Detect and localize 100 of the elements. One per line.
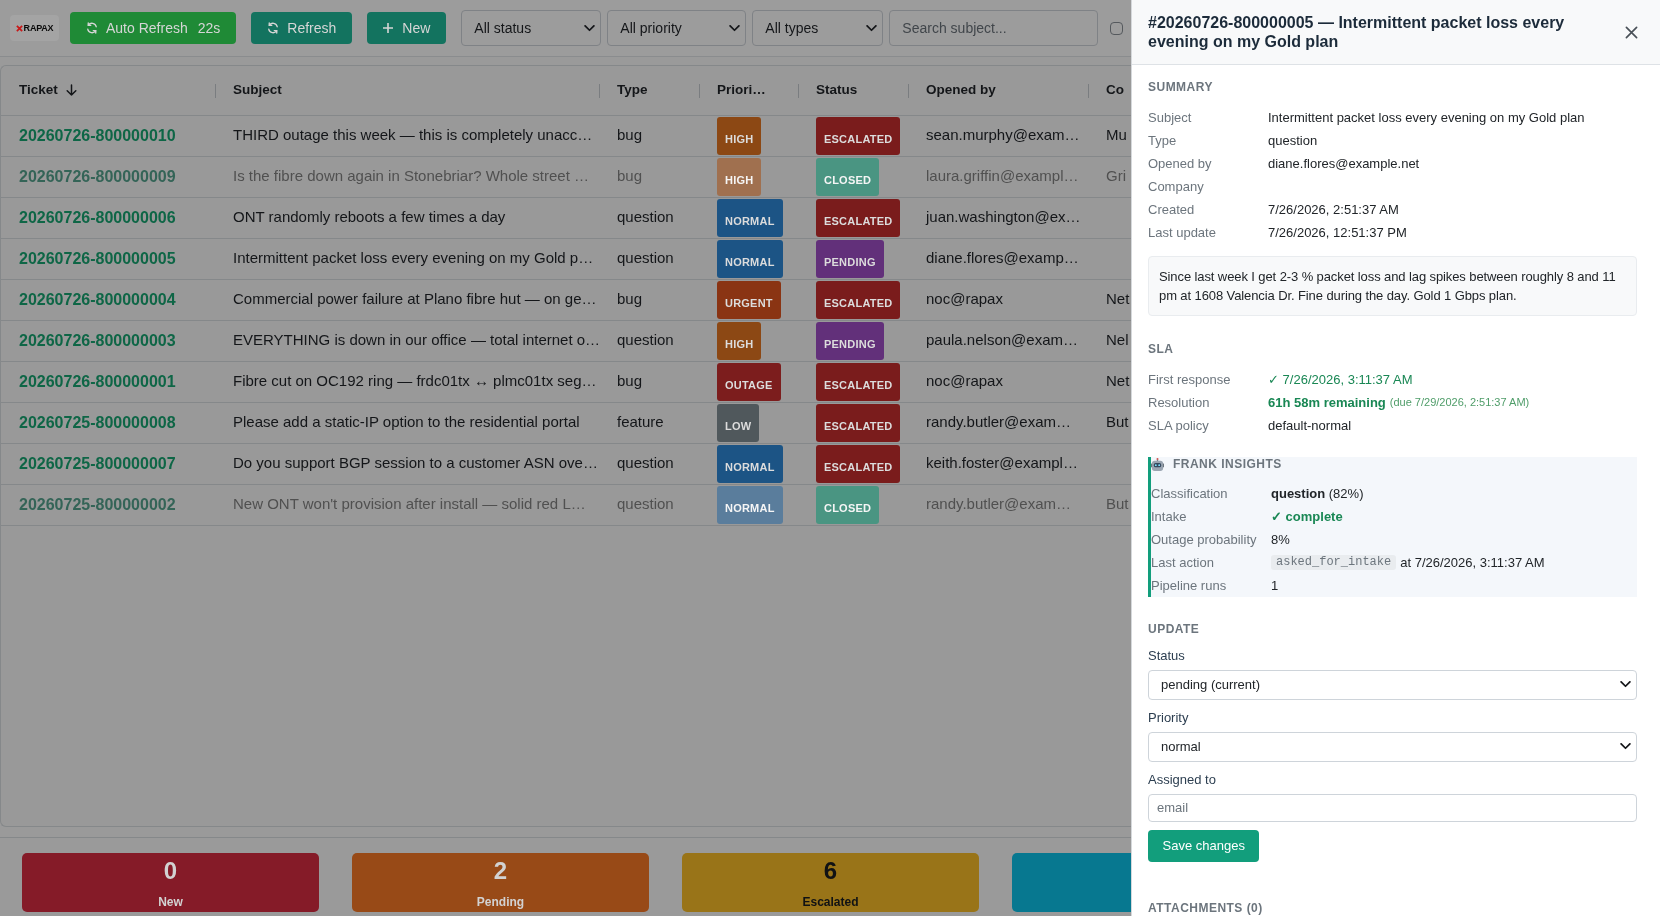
chevron-down-icon [584,24,596,32]
table-cell: noc@rapax [908,361,1088,402]
close-button[interactable] [1625,25,1638,39]
logo-text: RAPAX [23,23,54,33]
field-value: question (82%) [1271,484,1364,503]
new-button[interactable]: New [367,12,447,44]
field-label: Last action [1151,553,1215,572]
close-icon [1625,25,1638,39]
search-field[interactable]: Search subject... [889,10,1099,46]
column-header[interactable]: Status [798,66,908,115]
field-label: Assigned to [1148,770,1217,789]
chevron-down-icon [866,24,878,32]
table-cell: EVERYTHING is down in our office — total internet o… [215,320,599,361]
plus-icon [383,23,394,33]
stat-count: 6 [822,857,839,885]
filter-select[interactable]: All types [752,10,884,46]
table-cell: THIRD outage this week — this is completely unacc… [215,115,599,156]
table-cell: Nel [1088,320,1131,361]
table-cell: Net [1088,279,1131,320]
input-field[interactable]: email [1148,793,1637,822]
status-badge: PENDING [816,239,884,278]
priority-badge: HIGH [717,321,762,360]
field-label: Company [1148,178,1205,196]
select-field[interactable]: pending (current) [1148,669,1637,700]
stat-count: 0 [162,857,179,885]
filter-select[interactable]: All priority [607,10,747,46]
status-badge: ESCALATED [816,116,901,155]
field-label: Classification [1151,484,1229,503]
table-cell: noc@rapax [908,279,1088,320]
chevron-down-icon [1620,681,1631,688]
table-row[interactable]: 20260726-800000004 Commercial power failure at Plano fibre hut — on ge… bug URGENT ESCALATED noc@rapax Net [1,279,1131,320]
field-label: Resolution [1148,394,1211,412]
table-cell: diane.flores@examp… [908,238,1088,279]
field-value: ✓ complete [1271,507,1343,526]
field-value: Intermittent packet loss every evening on my Gold plan [1268,109,1585,127]
table-row[interactable]: 20260726-800000006 ONT randomly reboots a few times a day question NORMAL ESCALATED juan.washington@ex… [1,197,1131,238]
section-heading: FRANK INSIGHTS [1173,457,1282,471]
field-label: Priority [1148,708,1190,727]
refresh-icon [267,22,280,34]
table-cell: question [599,197,699,238]
field-value: 8% [1271,530,1290,549]
table-cell: juan.washington@ex… [908,197,1088,238]
table-cell: Please add a static-IP option to the residential portal [215,402,599,443]
ticket-description: Since last week I get 2-3 % packet loss and lag spikes between roughly 8 and 11 pm at 1608 Valencia Dr. Fine during the day. Gold 1 Gbps plan. [1148,256,1637,316]
table-cell: But [1088,402,1131,443]
stat-label: Pending [475,895,526,909]
table-row[interactable]: 20260726-800000010 THIRD outage this week — this is completely unacc… bug HIGH ESCALATED sean.murphy@exam… Mu [1,115,1131,156]
field-label: Created [1148,201,1196,219]
column-header[interactable]: Type [599,66,699,115]
robot-icon [1151,457,1164,471]
stat-count: 2 [492,857,509,885]
field-label: Intake [1151,507,1188,526]
filter-select[interactable]: All status [461,10,602,46]
due-note: (due 7/29/2026, 2:51:37 AM) [1389,395,1530,410]
table-row[interactable]: 20260725-800000008 Please add a static-IP option to the residential portal feature LOW ESCALATED randy.butler@exam… But [1,402,1131,443]
field-label: SLA policy [1148,417,1210,435]
table-cell: bug [599,361,699,402]
table-cell: But [1088,484,1131,525]
table-row[interactable]: 20260725-800000007 Do you support BGP session to a customer ASN ove… question NORMAL ESCALATED keith.foster@exampl… [1,443,1131,484]
status-badge: CLOSED [816,485,880,524]
priority-badge: LOW [717,403,760,442]
field-label: Opened by [1148,155,1213,173]
table-row[interactable]: 20260725-800000002 New ONT won't provision after install — solid red L… question NORMAL CLOSED randy.butler@exam… But [1,484,1131,525]
table-row[interactable]: 20260726-800000003 EVERYTHING is down in our office — total internet o… question HIGH PENDING paula.nelson@exam… Nel [1,320,1131,361]
section-heading: SLA [1148,342,1175,356]
column-header[interactable]: Subject [215,66,599,115]
field-label: Outage probability [1151,530,1258,549]
table-row[interactable]: 20260726-800000009 Is the fibre down again in Stonebriar? Whole street … bug HIGH CLOSED laura.griffin@exampl… Gri [1,156,1131,197]
save-button[interactable]: Save changes [1148,829,1260,862]
field-value: diane.flores@example.net [1268,155,1420,173]
select-field[interactable]: normal [1148,731,1637,762]
status-badge: PENDING [816,321,884,360]
column-header[interactable]: Priori… [699,66,798,115]
priority-badge: NORMAL [717,239,783,278]
field-label: First response [1148,371,1232,389]
priority-badge: NORMAL [717,485,783,524]
table-row[interactable]: 20260726-800000001 Fibre cut on OC192 ring — frdc01tx ↔ plmc01tx seg… bug OUTAGE ESCALATED noc@rapax Net [1,361,1131,402]
status-badge: ESCALATED [816,403,901,442]
table-cell: Net [1088,361,1131,402]
field-value: at 7/26/2026, 3:11:37 AM [1400,553,1545,572]
refresh-button[interactable]: Refresh [251,12,353,44]
checkbox[interactable] [1110,21,1124,35]
column-header[interactable]: Opened by [908,66,1088,115]
field-value: 7/26/2026, 2:51:37 AM [1268,201,1399,219]
priority-badge: URGENT [717,280,781,319]
field-value: ✓ 7/26/2026, 3:11:37 AM [1268,371,1413,389]
priority-badge: NORMAL [717,198,783,237]
field-label: Status [1148,646,1186,665]
status-badge: ESCALATED [816,444,901,483]
table-cell: New ONT won't provision after install — solid red L… [215,484,599,525]
table-cell: Fibre cut on OC192 ring — frdc01tx ↔ plmc01tx seg… [215,361,599,402]
field-value: 61h 58m remaining [1268,394,1386,412]
table-cell: question [599,320,699,361]
table-cell: bug [599,279,699,320]
table-row[interactable]: 20260726-800000005 Intermittent packet loss every evening on my Gold p… question NORMAL PENDING diane.flores@examp… [1,238,1131,279]
column-header[interactable]: Ticket [1,66,215,115]
table-cell: paula.nelson@exam… [908,320,1088,361]
field-value: default-normal [1268,417,1352,435]
priority-badge: NORMAL [717,444,783,483]
sort-arrow-icon [65,84,77,97]
